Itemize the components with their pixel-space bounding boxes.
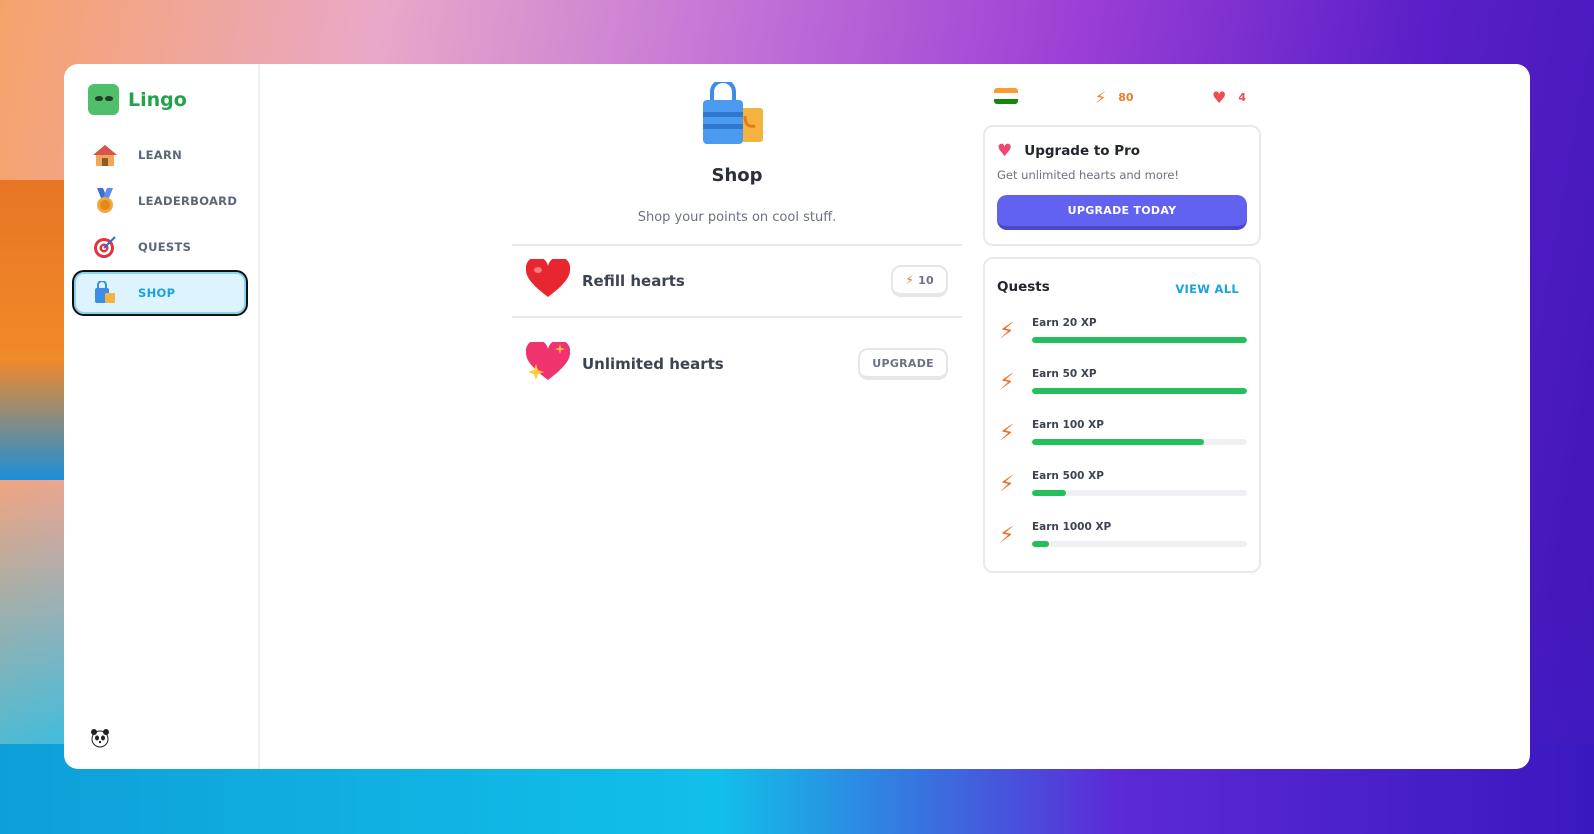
- shop-item-label: Unlimited hearts: [582, 355, 724, 373]
- bolt-icon: ⚡: [999, 472, 1015, 497]
- pro-title: Upgrade to Pro: [1024, 143, 1141, 159]
- hearts-counter[interactable]: ♥ 4: [1212, 88, 1246, 107]
- user-stats: ⚡ 80 ♥ 4: [994, 82, 1274, 112]
- quest-item: ⚡ Earn 1000 XP: [999, 519, 1251, 559]
- sidebar: Lingo LEARN LEADERBOARD QUESTS SHOP: [64, 64, 260, 769]
- refill-hearts-button[interactable]: ⚡ 10: [891, 265, 948, 297]
- target-icon: [92, 234, 118, 260]
- shop-item-refill-hearts: Refill hearts ⚡ 10: [512, 244, 962, 316]
- quest-progress-fill: [1032, 490, 1067, 496]
- bolt-icon: ⚡: [999, 523, 1015, 548]
- shop-item-label: Refill hearts: [582, 272, 685, 290]
- sidebar-item-learn[interactable]: LEARN: [74, 134, 246, 176]
- bolt-icon: ⚡: [905, 273, 915, 287]
- quest-label: Earn 100 XP: [1032, 419, 1104, 431]
- quests-title: Quests: [997, 279, 1050, 295]
- quest-label: Earn 50 XP: [1032, 368, 1097, 380]
- quest-progress-bar: [1032, 337, 1247, 343]
- sidebar-item-shop[interactable]: SHOP: [74, 272, 246, 314]
- shop-item-unlimited-hearts: Unlimited hearts UPGRADE: [512, 316, 962, 410]
- sidebar-item-leaderboard[interactable]: LEADERBOARD: [74, 180, 246, 222]
- app-name: Lingo: [128, 88, 187, 111]
- view-all-link[interactable]: VIEW ALL: [1175, 282, 1239, 296]
- quest-item: ⚡ Earn 20 XP: [999, 315, 1251, 355]
- bolt-icon: ⚡: [1095, 88, 1107, 107]
- quest-progress-fill: [1032, 388, 1247, 394]
- upgrade-pro-card: ♥ Upgrade to Pro Get unlimited hearts an…: [983, 125, 1261, 246]
- heart-icon: ♥: [997, 141, 1013, 161]
- sidebar-item-quests[interactable]: QUESTS: [74, 226, 246, 268]
- house-icon: [92, 142, 118, 168]
- page-subtitle: Shop your points on cool stuff.: [637, 210, 837, 225]
- quest-label: Earn 1000 XP: [1032, 521, 1112, 533]
- quest-progress-bar: [1032, 490, 1247, 496]
- shopping-bag-icon: [701, 79, 765, 148]
- points-counter[interactable]: ⚡ 80: [1095, 88, 1134, 107]
- bolt-icon: ⚡: [999, 370, 1015, 395]
- quest-item: ⚡ Earn 50 XP: [999, 366, 1251, 406]
- logo[interactable]: Lingo: [88, 84, 187, 115]
- quest-item: ⚡ Earn 500 XP: [999, 468, 1251, 508]
- quest-label: Earn 500 XP: [1032, 470, 1104, 482]
- quests-card: Quests VIEW ALL ⚡ Earn 20 XP ⚡ Earn 50 XP ⚡ E…: [983, 257, 1261, 573]
- upgrade-button[interactable]: UPGRADE: [858, 348, 948, 380]
- quest-progress-fill: [1032, 541, 1050, 547]
- mascot-logo-icon: [88, 84, 119, 115]
- sidebar-item-label: LEADERBOARD: [138, 194, 238, 208]
- page-title: Shop: [711, 165, 763, 186]
- points-value: 80: [1118, 91, 1134, 104]
- bolt-icon: ⚡: [999, 421, 1015, 446]
- medal-icon: [92, 188, 118, 214]
- sidebar-item-label: LEARN: [138, 148, 183, 162]
- heart-icon: ♥: [1212, 88, 1227, 107]
- sidebar-item-label: SHOP: [138, 286, 176, 300]
- app-window: Lingo LEARN LEADERBOARD QUESTS SHOP Shop…: [64, 64, 1530, 769]
- panda-avatar-icon[interactable]: [90, 728, 110, 753]
- refill-cost: 10: [918, 273, 934, 287]
- bolt-icon: ⚡: [999, 319, 1015, 344]
- shopping-bag-icon: [92, 280, 118, 306]
- quest-item: ⚡ Earn 100 XP: [999, 417, 1251, 457]
- quest-progress-bar: [1032, 541, 1247, 547]
- quest-progress-bar: [1032, 439, 1247, 445]
- india-flag-icon: [994, 88, 1018, 104]
- upgrade-today-button[interactable]: UPGRADE TODAY: [997, 195, 1247, 230]
- hearts-value: 4: [1238, 91, 1246, 104]
- sidebar-nav: LEARN LEADERBOARD QUESTS SHOP: [74, 134, 246, 318]
- quest-progress-fill: [1032, 439, 1204, 445]
- language-selector[interactable]: [994, 88, 1018, 104]
- heart-icon: [525, 256, 571, 303]
- quest-progress-fill: [1032, 337, 1247, 343]
- pro-subtitle: Get unlimited hearts and more!: [997, 168, 1180, 182]
- quest-progress-bar: [1032, 388, 1247, 394]
- sparkling-heart-icon: [525, 339, 571, 386]
- sidebar-item-label: QUESTS: [138, 240, 192, 254]
- quest-label: Earn 20 XP: [1032, 317, 1097, 329]
